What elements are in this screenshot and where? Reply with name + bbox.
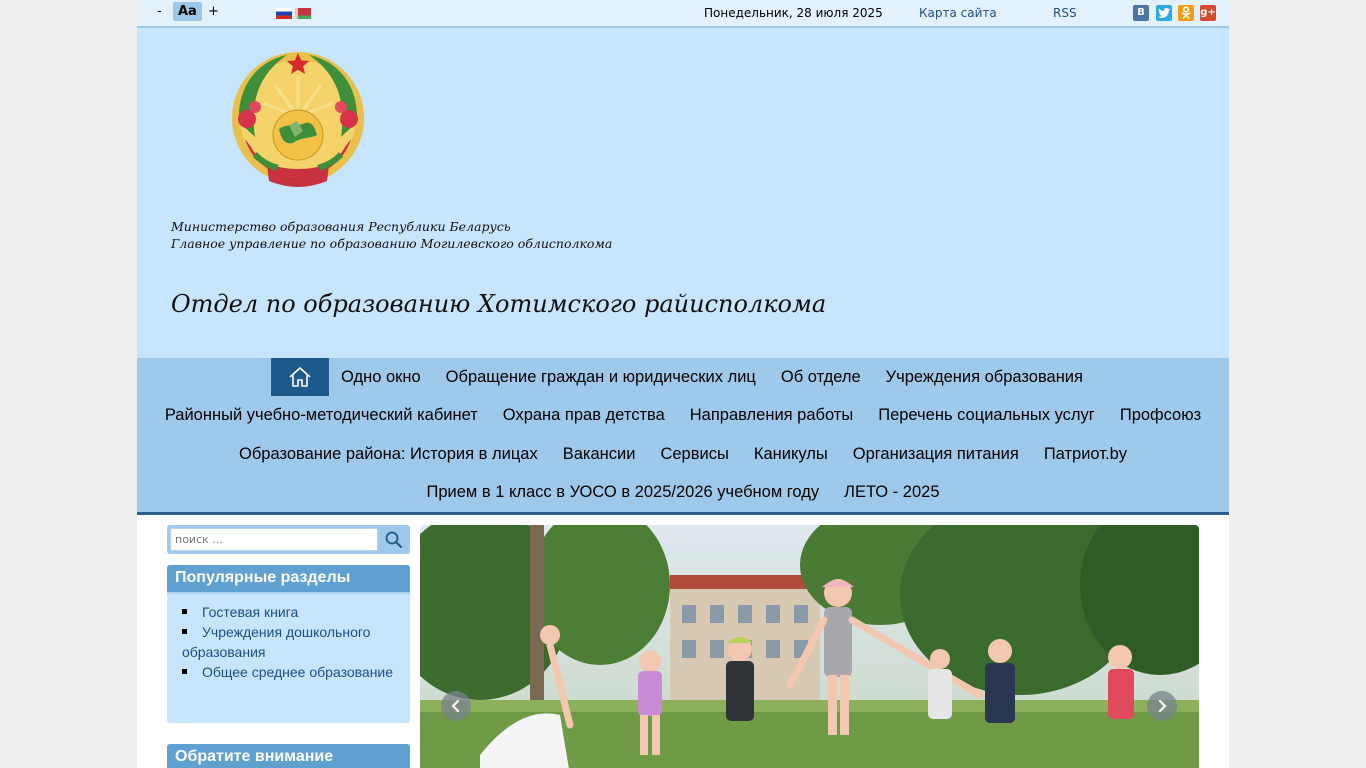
attention-title: Обратите внимание: [167, 744, 410, 768]
nav-item[interactable]: Охрана прав детства: [490, 396, 677, 434]
sitemap-link[interactable]: Карта сайта: [919, 6, 997, 20]
ministry-line-2: Главное управление по образованию Могиле…: [171, 236, 613, 251]
font-increase-button[interactable]: +: [208, 4, 219, 19]
nav-item[interactable]: Организация питания: [840, 435, 1031, 473]
font-normal-button[interactable]: Aa: [173, 2, 202, 21]
nav-item[interactable]: Образование района: История в лицах: [227, 435, 551, 473]
nav-item[interactable]: Учреждения образования: [873, 358, 1095, 396]
nav-row-2: Районный учебно-методический кабинет Охра…: [137, 396, 1229, 434]
popular-item-label[interactable]: Учреждения дошкольного образования: [182, 624, 370, 660]
popular-sections-box: Популярные разделы Гостевая книга Учрежд…: [167, 565, 410, 723]
top-bar: - Aa + Понедельник, 28 июля 2025 Карта с…: [137, 0, 1229, 28]
home-icon: [288, 367, 311, 387]
nav-item[interactable]: Направления работы: [677, 396, 865, 434]
popular-item-general-secondary[interactable]: Общее среднее образование: [182, 662, 400, 682]
department-title: Отдел по образованию Хотимского райиспол…: [171, 290, 827, 318]
search-box: [167, 525, 410, 554]
bullet-icon: [182, 608, 187, 614]
attention-box: Обратите внимание: [167, 744, 410, 768]
page: - Aa + Понедельник, 28 июля 2025 Карта с…: [137, 0, 1229, 768]
popular-sections-list: Гостевая книга Учреждения дошкольного об…: [167, 594, 410, 692]
bullet-icon: [182, 628, 187, 634]
popular-item-preschool[interactable]: Учреждения дошкольного образования: [182, 622, 400, 662]
nav-row-1: Одно окно Обращение граждан и юридических…: [137, 358, 1229, 396]
popular-item-label[interactable]: Гостевая книга: [202, 604, 298, 620]
nav-item[interactable]: Каникулы: [741, 435, 840, 473]
ministry-line-1: Министерство образования Республики Бела…: [171, 219, 511, 234]
nav-item[interactable]: Районный учебно-методический кабинет: [152, 396, 490, 434]
nav-item[interactable]: ЛЕТО - 2025: [832, 473, 952, 511]
nav-row-4: Прием в 1 класс в УОСО в 2025/2026 учебн…: [137, 473, 1229, 511]
chevron-right-icon: [1158, 699, 1167, 713]
main-navigation: Одно окно Обращение граждан и юридических…: [137, 358, 1229, 515]
popular-item-guestbook[interactable]: Гостевая книга: [182, 602, 400, 622]
coat-of-arms-icon[interactable]: [227, 47, 369, 189]
nav-item[interactable]: Вакансии: [550, 435, 648, 473]
nav-item[interactable]: Профсоюз: [1107, 396, 1213, 434]
belarusian-flag-icon[interactable]: [295, 8, 311, 19]
image-slider[interactable]: [420, 525, 1199, 768]
font-decrease-button[interactable]: -: [157, 4, 162, 19]
nav-row-3: Образование района: История в лицах Вакан…: [137, 435, 1229, 473]
nav-item[interactable]: Перечень социальных услуг: [866, 396, 1108, 434]
nav-item[interactable]: Об отделе: [768, 358, 873, 396]
popular-sections-title: Популярные разделы: [167, 565, 410, 594]
odnoklassniki-icon[interactable]: [1178, 5, 1194, 21]
nav-item[interactable]: Одно окно: [329, 358, 434, 396]
slide-photo: [420, 525, 1199, 768]
slider-prev-button[interactable]: [441, 691, 471, 721]
current-date: Понедельник, 28 июля 2025: [704, 6, 883, 20]
nav-item[interactable]: Прием в 1 класс в УОСО в 2025/2026 учебн…: [414, 473, 832, 511]
slider-next-button[interactable]: [1147, 691, 1177, 721]
home-button[interactable]: [270, 358, 329, 396]
popular-item-label[interactable]: Общее среднее образование: [202, 664, 393, 680]
twitter-icon[interactable]: [1156, 5, 1172, 21]
nav-item[interactable]: Патриот.by: [1031, 435, 1139, 473]
rss-link[interactable]: RSS: [1053, 6, 1077, 20]
search-button[interactable]: [380, 528, 407, 551]
nav-item[interactable]: Сервисы: [648, 435, 741, 473]
site-header: Министерство образования Республики Бела…: [137, 28, 1229, 358]
google-plus-icon[interactable]: g+: [1200, 5, 1216, 21]
vk-icon[interactable]: B: [1133, 5, 1149, 21]
search-icon: [385, 531, 402, 548]
nav-item[interactable]: Обращение граждан и юридических лиц: [433, 358, 768, 396]
search-input[interactable]: [170, 528, 378, 551]
chevron-left-icon: [451, 699, 460, 713]
ministry-caption: Министерство образования Республики Бела…: [171, 218, 612, 252]
bullet-icon: [182, 668, 187, 674]
russian-flag-icon[interactable]: [276, 8, 292, 19]
